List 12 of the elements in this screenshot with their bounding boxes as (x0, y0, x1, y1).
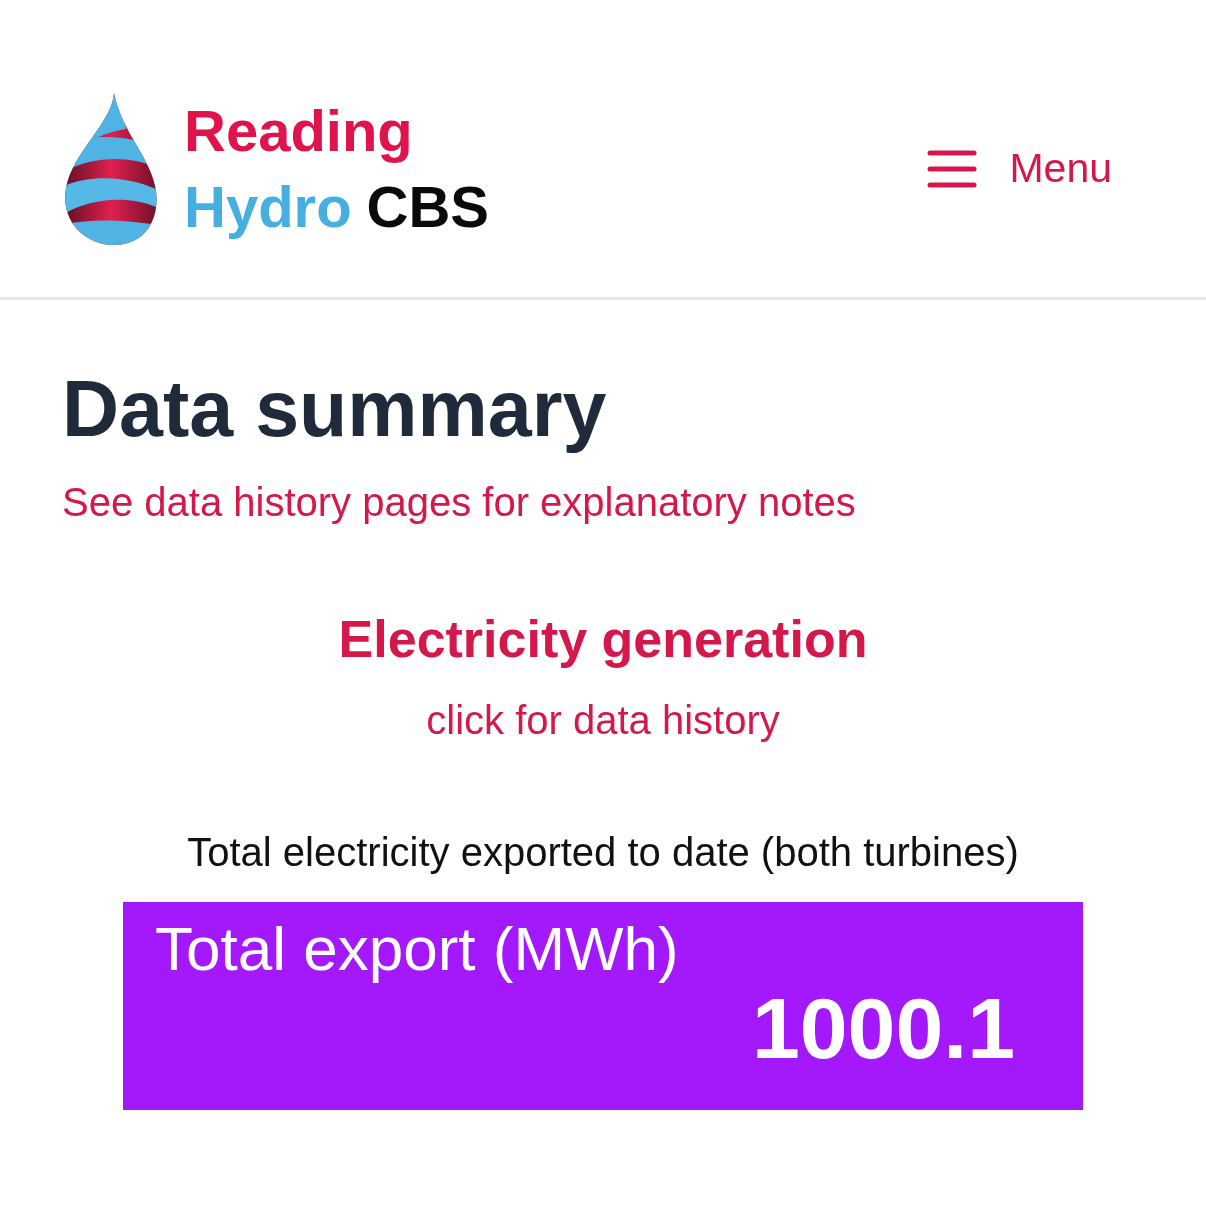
stat-label: Total export (MWh) (155, 913, 679, 985)
export-caption: Total electricity exported to date (both turbines) (187, 829, 1019, 876)
explanatory-notes-link[interactable]: See data history pages for explanatory notes (62, 478, 856, 526)
menu-icon (927, 149, 978, 188)
page-title: Data summary (62, 363, 608, 455)
menu-button[interactable]: Menu (927, 145, 1112, 192)
data-history-link[interactable]: click for data history (426, 696, 780, 744)
stat-value: 1000.1 (751, 980, 1015, 1076)
logo-text: Reading (184, 96, 413, 165)
logo-text: Hydro (184, 172, 352, 241)
section-title: Electricity generation (338, 609, 868, 670)
logo-text: CBS (366, 172, 490, 241)
